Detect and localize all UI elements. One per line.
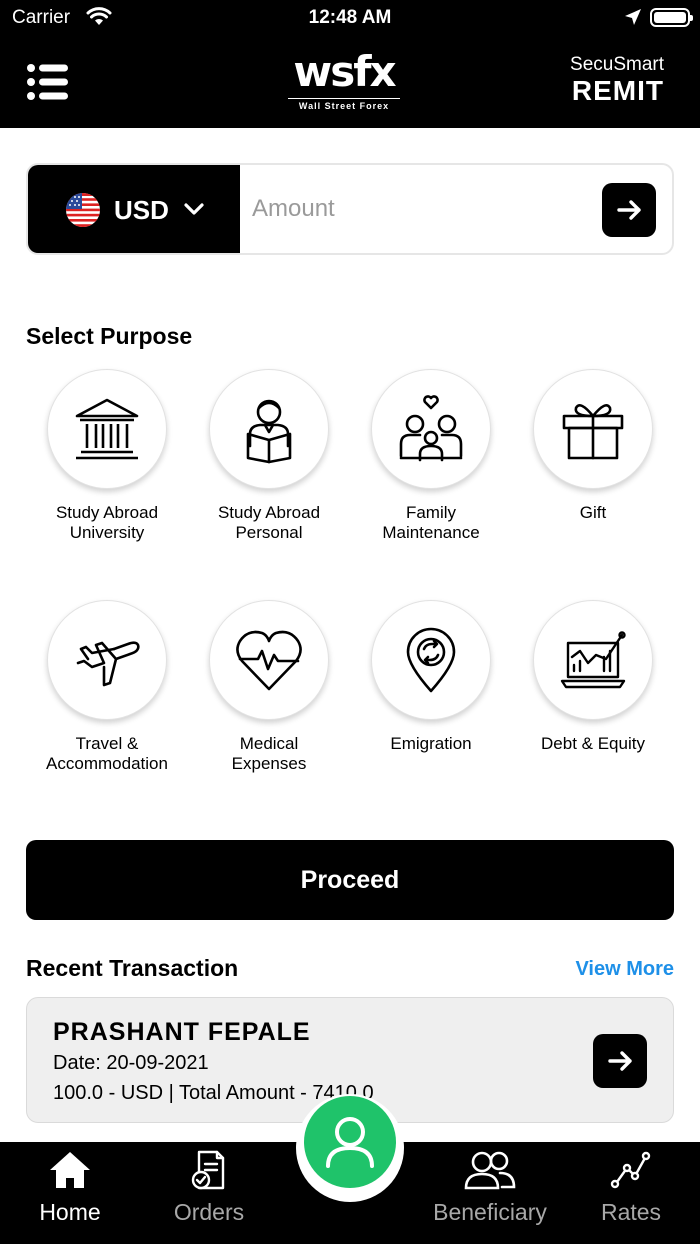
home-icon: [50, 1152, 90, 1188]
brand-big-text: REMIT: [571, 75, 664, 106]
proceed-button[interactable]: Proceed: [26, 840, 674, 920]
rates-icon: [610, 1151, 651, 1189]
purpose-label: Family Maintenance: [382, 503, 480, 542]
beneficiary-icon: [464, 1151, 516, 1190]
arrow-right-icon: [608, 1051, 632, 1071]
nav-orders[interactable]: Orders: [164, 1150, 254, 1226]
purpose-gift[interactable]: Gift: [512, 369, 674, 523]
student-reading-icon: [209, 369, 329, 489]
recent-transaction-heading: Recent Transaction: [26, 955, 239, 981]
nav-rates[interactable]: Rates: [596, 1150, 666, 1226]
purpose-debt-equity[interactable]: Debt & Equity: [512, 600, 674, 754]
nav-label: Orders: [173, 1199, 245, 1225]
transaction-detail-button[interactable]: [593, 1034, 647, 1088]
amount-input[interactable]: [252, 185, 592, 233]
nav-label: Beneficiary: [433, 1199, 547, 1225]
wsfx-logo: wsfx Wall Street Forex: [288, 50, 400, 114]
arrow-right-icon: [617, 200, 641, 220]
status-time: 12:48 AM: [308, 7, 392, 28]
profile-icon: [326, 1117, 374, 1168]
nav-label: Rates: [600, 1199, 662, 1225]
transaction-date: Date: 20-09-2021: [53, 1052, 209, 1074]
hamburger-menu-icon: [27, 64, 68, 100]
purpose-label: Study Abroad Personal: [217, 503, 321, 542]
family-icon: [371, 369, 491, 489]
amount-submit-button[interactable]: [602, 183, 656, 237]
nav-label: Home: [39, 1199, 101, 1225]
currency-code: USD: [114, 195, 169, 225]
us-flag-icon: [66, 193, 100, 227]
chevron-down-icon: [184, 203, 204, 222]
location-arrow-icon: [624, 8, 642, 31]
gift-icon: [533, 369, 653, 489]
brand-small-text: SecuSmart: [570, 54, 664, 75]
purpose-label: Study Abroad University: [55, 503, 159, 542]
purpose-label: Emigration: [390, 734, 472, 753]
location-exchange-icon: [371, 600, 491, 720]
nav-home[interactable]: Home: [30, 1150, 110, 1226]
purpose-travel-accommodation[interactable]: Travel & Accommodation: [26, 600, 188, 774]
laptop-chart-icon: [533, 600, 653, 720]
status-bar: Carrier 12:48 AM: [0, 0, 700, 36]
currency-selector[interactable]: USD: [28, 165, 240, 253]
logo-text: wsfx: [293, 47, 396, 96]
orders-icon: [191, 1150, 225, 1190]
heart-pulse-icon: [209, 600, 329, 720]
transaction-beneficiary-name: PRASHANT FEPALE: [53, 1018, 311, 1046]
amount-entry: USD: [26, 163, 674, 255]
purpose-label: Debt & Equity: [541, 734, 645, 753]
menu-button[interactable]: [26, 64, 70, 100]
purpose-medical-expenses[interactable]: Medical Expenses: [188, 600, 350, 774]
view-more-link[interactable]: View More: [575, 958, 674, 981]
purpose-study-abroad-personal[interactable]: Study Abroad Personal: [188, 369, 350, 543]
purpose-family-maintenance[interactable]: Family Maintenance: [350, 369, 512, 543]
purpose-study-abroad-university[interactable]: Study Abroad University: [26, 369, 188, 543]
profile-button[interactable]: [304, 1096, 396, 1188]
airplane-icon: [47, 600, 167, 720]
secusmart-remit-brand: SecuSmart REMIT: [570, 54, 664, 106]
app-header: Carrier 12:48 AM wsfx Wall Street Forex …: [0, 0, 700, 128]
select-purpose-heading: Select Purpose: [26, 323, 193, 349]
logo-subtitle: Wall Street Forex: [288, 98, 400, 111]
purpose-emigration[interactable]: Emigration: [350, 600, 512, 754]
purpose-label: Medical Expenses: [231, 734, 307, 773]
nav-beneficiary[interactable]: Beneficiary: [424, 1150, 556, 1226]
purpose-label: Gift: [579, 503, 607, 522]
purpose-label: Travel & Accommodation: [46, 734, 168, 773]
battery-icon: [650, 8, 693, 27]
university-icon: [47, 369, 167, 489]
